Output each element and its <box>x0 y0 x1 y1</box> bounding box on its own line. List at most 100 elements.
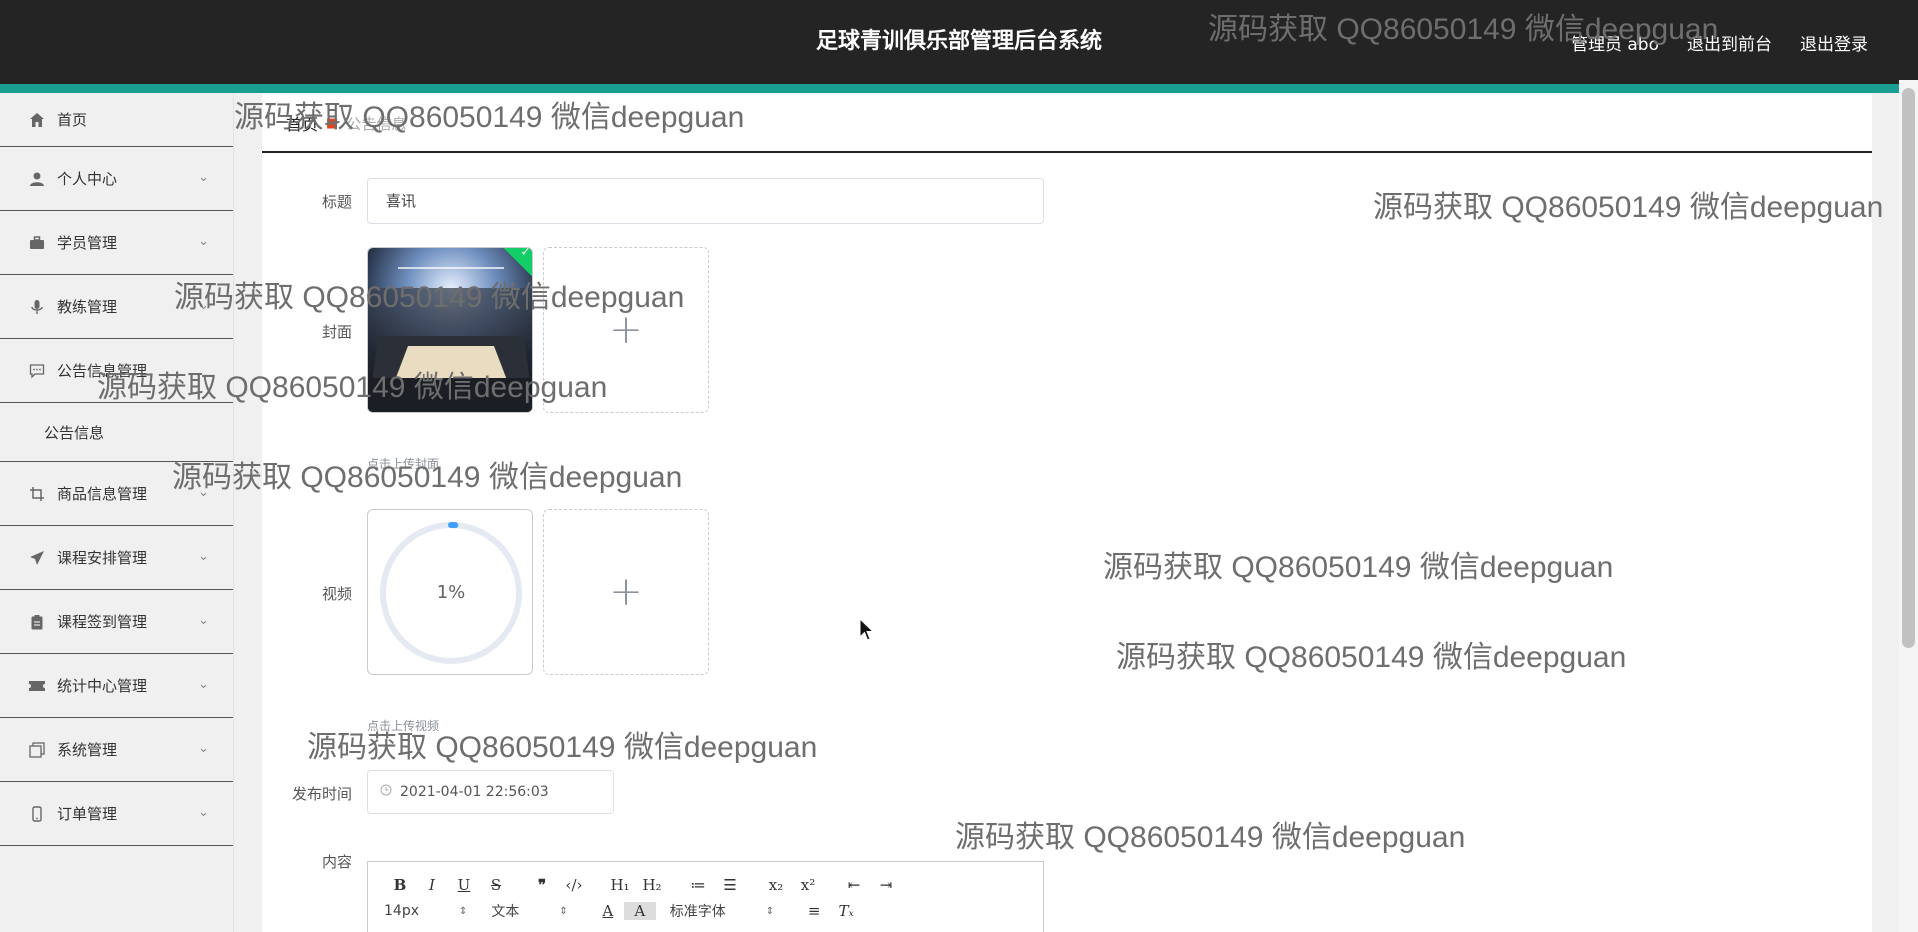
title-label: 标题 <box>321 193 352 211</box>
chevron-down-icon: ⌄ <box>198 804 209 820</box>
text-style-value: 文本 <box>491 904 520 920</box>
sidebar-item-course-checkin[interactable]: 课程签到管理 ⌄ <box>0 590 233 654</box>
clock-icon <box>380 784 392 800</box>
font-family-select[interactable]: 标准字体 ⇕ <box>670 901 774 921</box>
sidebar-item-label: 首页 <box>57 111 88 129</box>
cover-thumbnail[interactable]: ✓ <box>367 247 533 413</box>
title-input[interactable]: 喜讯 <box>367 178 1044 224</box>
clear-format-icon[interactable]: Tₓ <box>830 902 862 920</box>
video-upload-tip: 点击上传视频 <box>367 719 440 733</box>
ordered-list-icon[interactable]: ≔ <box>682 876 714 894</box>
editor-toolbar-row-2: 14px ⇕ 文本 ⇕ A A 标准字体 ⇕ ≡ Tₓ <box>368 898 1043 924</box>
breadcrumb-separator-icon: ■ <box>326 115 339 131</box>
publish-time-label: 发布时间 <box>291 785 352 803</box>
video-label: 视频 <box>321 585 352 603</box>
heading1-icon[interactable]: H₁ <box>604 876 636 894</box>
video-upload-button[interactable]: + <box>543 509 709 675</box>
chevron-down-icon: ⌄ <box>198 612 209 628</box>
check-icon: ✓ <box>520 247 531 259</box>
sidebar-item-system[interactable]: 系统管理 ⌄ <box>0 718 233 782</box>
breadcrumb-home[interactable]: 首页 <box>286 111 318 135</box>
page-scrollbar[interactable] <box>1899 80 1918 932</box>
sidebar-item-label: 个人中心 <box>57 170 118 188</box>
sidebar-item-orders[interactable]: 订单管理 ⌄ <box>0 782 233 846</box>
font-size-select[interactable]: 14px ⇕ <box>384 903 467 919</box>
select-arrows-icon: ⇕ <box>459 905 468 917</box>
font-color-icon[interactable]: A <box>592 902 624 920</box>
rich-text-editor[interactable]: B I U S ❞ ‹/› H₁ H₂ ≔ ☰ x₂ x² ⇤ ⇥ 14px ⇕ … <box>367 861 1044 932</box>
sidebar-item-label: 学员管理 <box>57 234 118 252</box>
superscript-icon[interactable]: x² <box>792 876 824 894</box>
clipboard-icon <box>28 613 46 631</box>
sidebar-item-home[interactable]: 首页 <box>0 93 233 147</box>
breadcrumb: 首页 ■ 公告信息 <box>286 111 406 135</box>
copy-icon <box>28 741 46 759</box>
sidebar-item-products[interactable]: 商品信息管理 ⌄ <box>0 462 233 526</box>
stadium-image <box>368 248 532 412</box>
sidebar-item-course-schedule[interactable]: 课程安排管理 ⌄ <box>0 526 233 590</box>
sidebar-item-label: 课程安排管理 <box>57 549 148 567</box>
chevron-down-icon: ⌄ <box>198 297 209 313</box>
select-arrows-icon: ⇕ <box>765 905 775 917</box>
sidebar-item-label: 商品信息管理 <box>57 485 148 503</box>
exit-to-front-link[interactable]: 退出到前台 <box>1687 30 1772 55</box>
code-icon[interactable]: ‹/› <box>558 876 590 894</box>
sidebar-item-personal-center[interactable]: 个人中心 ⌄ <box>0 147 233 211</box>
sidebar: 首页 个人中心 ⌄ 学员管理 ⌄ 教练管理 ⌄ 公告信息管理 公告信息 商品信息… <box>0 93 234 932</box>
select-arrows-icon: ⇕ <box>559 905 568 917</box>
publish-time-value: 2021-04-01 22:56:03 <box>400 784 549 800</box>
breadcrumb-current: 公告信息 <box>346 114 407 133</box>
home-icon <box>28 111 46 129</box>
crop-icon <box>28 485 46 503</box>
current-user[interactable]: 管理员 abo <box>1571 30 1659 55</box>
mouse-cursor-icon <box>859 617 875 646</box>
sidebar-subitem-label: 公告信息 <box>44 423 105 442</box>
sidebar-item-coaches[interactable]: 教练管理 ⌄ <box>0 275 233 339</box>
ticket-icon <box>28 677 46 695</box>
italic-icon[interactable]: I <box>416 876 448 894</box>
chevron-down-icon: ⌄ <box>198 740 209 756</box>
text-style-select[interactable]: 文本 ⇕ <box>491 901 567 921</box>
header-accent-bar <box>0 84 1918 93</box>
publish-time-picker[interactable]: 2021-04-01 22:56:03 <box>367 770 614 814</box>
sidebar-item-label: 订单管理 <box>57 805 118 823</box>
briefcase-icon <box>28 234 46 252</box>
header-actions: 管理员 abo 退出到前台 退出登录 <box>1571 0 1868 84</box>
sidebar-item-students[interactable]: 学员管理 ⌄ <box>0 211 233 275</box>
background-color-icon[interactable]: A <box>623 902 656 920</box>
sidebar-item-label: 系统管理 <box>57 741 118 759</box>
quote-icon[interactable]: ❞ <box>526 876 558 894</box>
heading2-icon[interactable]: H₂ <box>636 876 668 894</box>
logout-link[interactable]: 退出登录 <box>1800 30 1868 55</box>
subscript-icon[interactable]: x₂ <box>760 876 792 894</box>
sidebar-subitem-announcements[interactable]: 公告信息 <box>0 403 233 462</box>
cover-label: 封面 <box>321 323 352 341</box>
sidebar-item-announcement-mgmt[interactable]: 公告信息管理 <box>0 339 233 403</box>
font-size-value: 14px <box>384 903 419 919</box>
plus-icon: + <box>609 569 643 615</box>
bold-icon[interactable]: B <box>384 876 416 894</box>
bullet-list-icon[interactable]: ☰ <box>714 876 746 894</box>
chevron-down-icon: ⌄ <box>198 548 209 564</box>
sidebar-item-label: 课程签到管理 <box>57 613 148 631</box>
outdent-icon[interactable]: ⇤ <box>838 876 870 894</box>
sidebar-item-label: 教练管理 <box>57 298 118 316</box>
cover-upload-tip: 点击上传封面 <box>367 457 440 471</box>
strike-icon[interactable]: S <box>480 876 512 894</box>
chevron-down-icon: ⌄ <box>198 233 209 249</box>
breadcrumb-divider <box>262 151 1872 153</box>
content-label: 内容 <box>321 853 352 871</box>
video-upload-progress: 1% <box>367 509 533 675</box>
chevron-down-icon: ⌄ <box>198 484 209 500</box>
indent-icon[interactable]: ⇥ <box>870 876 902 894</box>
plus-icon: + <box>609 307 643 353</box>
editor-toolbar-row-1: B I U S ❞ ‹/› H₁ H₂ ≔ ☰ x₂ x² ⇤ ⇥ <box>368 872 1043 898</box>
underline-icon[interactable]: U <box>448 876 480 894</box>
sidebar-item-label: 公告信息管理 <box>57 362 148 380</box>
cover-upload-button[interactable]: + <box>543 247 709 413</box>
sidebar-item-statistics[interactable]: 统计中心管理 ⌄ <box>0 654 233 718</box>
scrollbar-thumb[interactable] <box>1902 88 1915 648</box>
align-icon[interactable]: ≡ <box>798 902 830 920</box>
chat-icon <box>28 362 46 380</box>
chevron-down-icon: ⌄ <box>198 676 209 692</box>
